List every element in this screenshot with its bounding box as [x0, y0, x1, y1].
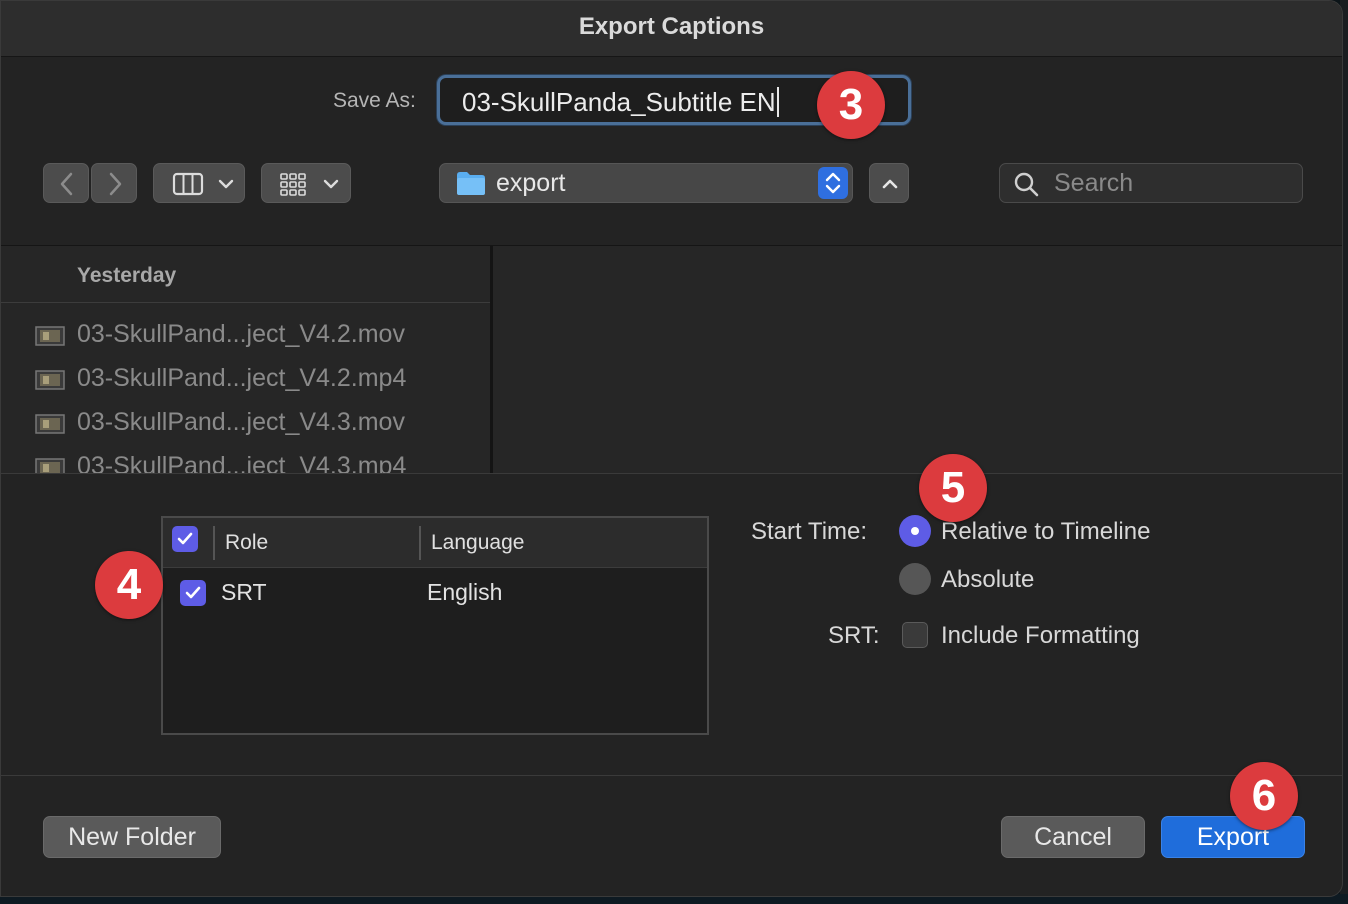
video-file-icon: [35, 458, 65, 473]
search-placeholder: Search: [1054, 169, 1134, 197]
file-preview-column: [493, 246, 1342, 473]
save-as-value: 03-SkullPanda_Subtitle EN: [462, 87, 776, 117]
chevron-up-icon: [882, 179, 898, 189]
checkmark-icon: [185, 586, 201, 599]
video-file-icon: [35, 326, 65, 346]
search-field[interactable]: Search: [999, 163, 1303, 203]
up-down-chevrons-icon: [825, 172, 841, 194]
table-row[interactable]: SRT English: [163, 570, 707, 614]
relative-to-timeline-label[interactable]: Relative to Timeline: [941, 518, 1150, 546]
view-icons-button[interactable]: [261, 163, 351, 203]
checkmark-icon: [177, 532, 193, 545]
location-label: export: [496, 169, 566, 197]
video-file-icon: [35, 370, 65, 390]
view-columns-button[interactable]: [153, 163, 245, 203]
include-formatting-checkbox[interactable]: [902, 622, 928, 648]
role-checkbox-srt[interactable]: [180, 580, 206, 606]
callout-6: 6: [1230, 762, 1298, 830]
save-as-label: Save As:: [333, 89, 416, 112]
folder-icon: [457, 172, 485, 195]
video-file-icon: [35, 414, 65, 434]
chevron-right-icon: [109, 172, 122, 196]
roles-table: Role Language SRT English: [161, 516, 709, 735]
location-stepper[interactable]: [818, 167, 848, 199]
collapse-button[interactable]: [869, 163, 909, 203]
dialog-title: Export Captions: [578, 13, 765, 40]
select-all-checkbox[interactable]: [172, 526, 198, 552]
start-time-label: Start Time:: [751, 518, 868, 545]
file-browser-column: Yesterday 03-SkullPand...ject_V4.2.mov 0…: [1, 246, 491, 473]
callout-5: 5: [919, 454, 987, 522]
footer-divider: [1, 775, 1342, 776]
search-icon: [1014, 172, 1039, 197]
new-folder-button[interactable]: New Folder: [43, 816, 221, 858]
file-name: 03-SkullPand...ject_V4.3.mp4: [77, 452, 407, 473]
export-captions-dialog: Export Captions Save As: 03-SkullPanda_S…: [0, 0, 1343, 897]
language-cell: English: [427, 579, 503, 605]
file-name: 03-SkullPand...ject_V4.3.mov: [77, 408, 405, 436]
header-separator: [419, 526, 421, 560]
chevron-left-icon: [60, 172, 73, 196]
include-formatting-label[interactable]: Include Formatting: [941, 622, 1140, 650]
cancel-button[interactable]: Cancel: [1001, 816, 1145, 858]
section-header-yesterday: Yesterday: [77, 264, 177, 287]
forward-button[interactable]: [91, 163, 137, 203]
section-divider: [1, 302, 491, 303]
role-cell: SRT: [221, 579, 267, 605]
header-separator: [213, 526, 215, 560]
absolute-label[interactable]: Absolute: [941, 566, 1034, 594]
srt-label: SRT:: [828, 622, 880, 649]
relative-to-timeline-radio[interactable]: [899, 515, 931, 547]
file-name: 03-SkullPand...ject_V4.2.mov: [77, 320, 405, 348]
text-caret: [776, 87, 779, 117]
icon-grid-view-icon: [280, 173, 339, 196]
column-header-role[interactable]: Role: [225, 531, 268, 555]
location-popup[interactable]: export: [439, 163, 853, 203]
callout-4: 4: [95, 551, 163, 619]
columns-view-icon: [172, 172, 234, 196]
column-header-language[interactable]: Language: [431, 531, 524, 555]
back-button[interactable]: [43, 163, 89, 203]
table-header: Role Language: [163, 518, 707, 568]
browser-bottom-divider: [1, 473, 1342, 474]
title-bar: Export Captions: [1, 1, 1342, 57]
file-name: 03-SkullPand...ject_V4.2.mp4: [77, 364, 407, 392]
absolute-radio[interactable]: [899, 563, 931, 595]
callout-3: 3: [817, 71, 885, 139]
